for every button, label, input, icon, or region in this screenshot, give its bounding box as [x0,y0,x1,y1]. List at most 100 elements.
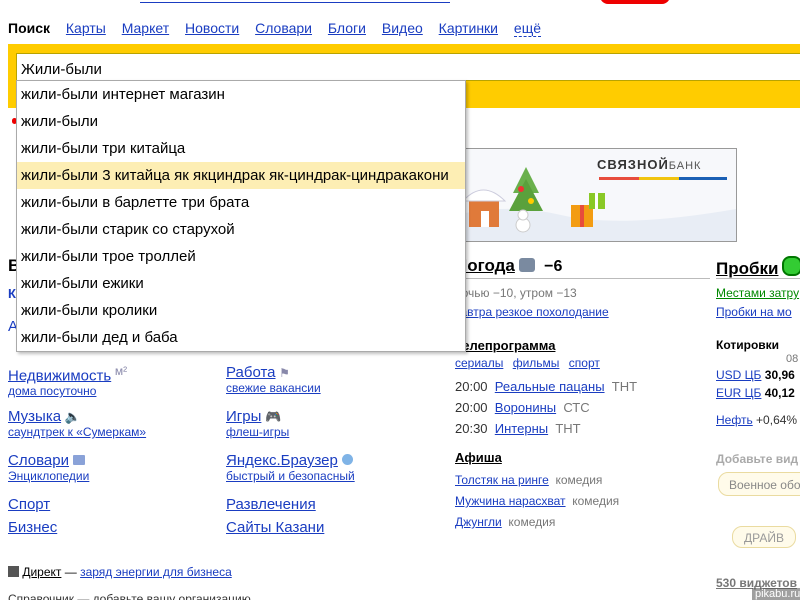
nav-blogs[interactable]: Блоги [328,20,366,36]
weather-cloud-icon [518,258,535,272]
quote-usd: USD ЦБ 30,96 [716,368,795,382]
afisha-title[interactable]: Афиша [455,450,502,465]
search-input[interactable] [16,53,800,81]
top-red-button[interactable] [600,0,670,4]
tv-time: 20:00 [455,400,488,415]
widget-chip[interactable]: Военное обо [718,472,800,496]
service-entertainment[interactable]: Развлечения [226,496,316,513]
afisha-genre: комедия [508,515,556,529]
weather-forecast-night: ночью −10, утром −13 [455,286,577,300]
weather-divider [455,278,710,279]
nav-more[interactable]: ещё [513,20,541,37]
tv-channel: СТС [563,400,590,415]
service-realty-title[interactable]: Недвижимость [8,367,111,384]
tv-title[interactable]: Телепрограмма [455,338,555,353]
watermark-text: pikabu.ru [755,588,800,600]
services-link-fragment[interactable]: К [8,286,16,301]
quote-name[interactable]: USD ЦБ [716,368,761,382]
service-dictionaries-sub[interactable]: Энциклопедии [8,469,89,483]
weather-tomorrow-link[interactable]: завтра резкое похолодание [455,305,609,319]
afisha-film[interactable]: Мужчина нарасхват [455,494,566,508]
service-realty[interactable]: Недвижимость м² дома посуточно [8,364,127,398]
tv-show[interactable]: Реальные пацаны [495,379,605,394]
afisha-film[interactable]: Толстяк на ринге [455,473,549,487]
service-music[interactable]: Музыка 🔈 саундтрек к «Сумеркам» [8,408,146,439]
quote-value: 30,96 [764,368,795,382]
service-jobs-title[interactable]: Работа [226,364,276,381]
suggest-item[interactable]: жили-были дед и баба [17,324,465,351]
traffic-divider [716,278,800,279]
quote-value: 40,12 [764,386,795,400]
direct-link[interactable]: Директ [22,565,61,579]
service-dictionaries[interactable]: Словари Энциклопедии [8,452,89,483]
suggest-item-selected[interactable]: жили-были 3 китайца як якциндрак як-цинд… [17,162,465,189]
service-kazan-sites[interactable]: Сайты Казани [226,519,324,536]
service-games-title[interactable]: Игры [226,408,261,425]
chair-icon: ⚑ [279,366,290,380]
tv-channel: ТНТ [611,379,638,394]
service-dictionaries-title[interactable]: Словари [8,452,69,469]
service-jobs[interactable]: Работа ⚑ свежие вакансии [226,364,321,395]
widgets-add-label: Добавьте вид [716,452,799,466]
banner-ad[interactable]: СВЯЗНОЙБАНК [440,148,737,242]
afisha-row: Мужчина нарасхват комедия [455,491,619,512]
top-cut-link[interactable] [140,0,450,3]
weather-temp: −6 [544,258,563,275]
quote-value: +0,64% [756,413,798,427]
service-browser-title[interactable]: Яндекс.Браузер [226,452,338,469]
browser-icon [341,454,353,465]
nav-market[interactable]: Маркет [122,20,169,36]
suggest-item[interactable]: жили-были три китайца [17,135,465,162]
tv-tab-sport[interactable]: спорт [569,356,600,370]
service-music-sub[interactable]: саундтрек к «Сумеркам» [8,425,146,439]
speaker-icon: 🔈 [64,409,81,424]
service-sport[interactable]: Спорт [8,496,50,513]
bottom-cut-line[interactable]: Справочник — добавьте вашу организацию [8,592,251,600]
suggest-item[interactable]: жили-были кролики [17,297,465,324]
service-browser[interactable]: Яндекс.Браузер быстрый и безопасный [226,452,355,483]
nav-video[interactable]: Видео [382,20,423,36]
service-realty-sub[interactable]: дома посуточно [8,384,127,398]
nav-maps[interactable]: Карты [66,20,106,36]
service-music-title[interactable]: Музыка [8,408,61,425]
direct-promo-link[interactable]: заряд энергии для бизнеса [80,565,232,579]
suggest-item[interactable]: жили-были интернет магазин [17,81,465,108]
tv-show[interactable]: Интерны [495,421,548,436]
widget-drive-chip[interactable]: ДРАЙВ [732,526,796,548]
tv-time: 20:30 [455,421,488,436]
suggest-item[interactable]: жили-были старик со старухой [17,216,465,243]
service-nav: Поиск Карты Маркет Новости Словари Блоги… [8,20,553,37]
tv-tab-films[interactable]: фильмы [513,356,560,370]
tv-show[interactable]: Воронины [495,400,556,415]
traffic-title[interactable]: Пробки [716,259,778,278]
afisha-film[interactable]: Джунгли [455,515,502,529]
tv-tab-series[interactable]: сериалы [455,356,503,370]
quote-eur: EUR ЦБ 40,12 [716,386,795,400]
service-games-sub[interactable]: флеш-игры [226,425,289,439]
service-browser-sub[interactable]: быстрый и безопасный [226,469,355,483]
traffic-widget: Пробки [716,256,800,279]
suggest-item[interactable]: жили-были [17,108,465,135]
banner-brand-suffix: БАНК [668,160,702,172]
tv-row: 20:30 Интерны ТНТ [455,418,637,439]
direct-icon [8,566,19,577]
service-games[interactable]: Игры 🎮 флеш-игры [226,408,289,439]
suggest-item[interactable]: жили-были в барлетте три брата [17,189,465,216]
quote-name[interactable]: EUR ЦБ [716,386,761,400]
direct-line: Директ — заряд энергии для бизнеса [8,565,232,579]
traffic-status[interactable]: Местами затру [716,286,799,300]
nav-images[interactable]: Картинки [439,20,498,36]
nav-dictionaries[interactable]: Словари [255,20,312,36]
afisha-row: Джунгли комедия [455,512,619,533]
suggest-item[interactable]: жили-были ежики [17,270,465,297]
service-jobs-sub[interactable]: свежие вакансии [226,381,321,395]
suggest-item[interactable]: жили-были трое троллей [17,243,465,270]
suggest-dropdown: жили-были интернет магазин жили-были жил… [16,80,466,352]
tv-time: 20:00 [455,379,488,394]
traffic-moscow-link[interactable]: Пробки на мо [716,305,792,319]
banner-logo: СВЯЗНОЙБАНК [597,157,701,172]
nav-news[interactable]: Новости [185,20,239,36]
service-business[interactable]: Бизнес [8,519,57,536]
square-meter-icon: м² [114,364,128,378]
quote-name[interactable]: Нефть [716,413,753,427]
